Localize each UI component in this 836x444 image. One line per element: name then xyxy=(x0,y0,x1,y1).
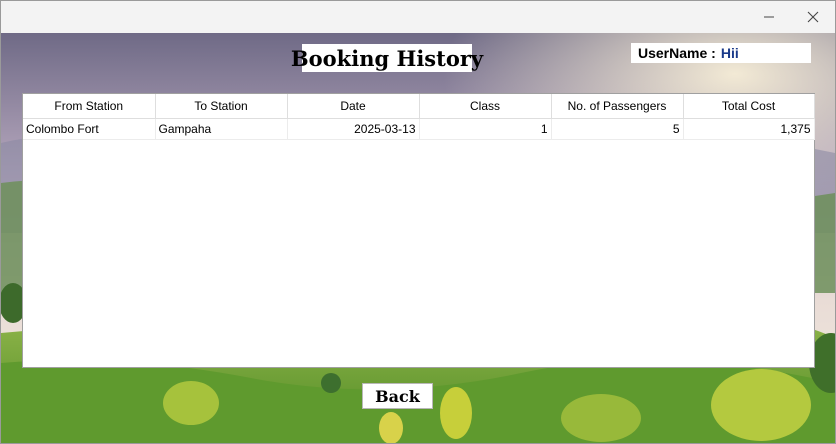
cell-total-cost: 1,375 xyxy=(683,118,815,140)
column-header-from-station[interactable]: From Station xyxy=(23,94,156,119)
title-bar xyxy=(1,1,835,33)
page-title: Booking History xyxy=(290,44,484,72)
username-display: UserName : Hii xyxy=(631,43,811,63)
table-header-row: From Station To Station Date Class No. o… xyxy=(23,94,815,119)
cell-class: 1 xyxy=(419,118,552,140)
minimize-icon xyxy=(764,16,774,18)
username-value: Hii xyxy=(720,45,739,61)
column-header-total-cost[interactable]: Total Cost xyxy=(683,94,815,119)
main-content: Booking History UserName : Hii From Stat… xyxy=(1,33,835,443)
column-header-to-station[interactable]: To Station xyxy=(155,94,288,119)
cell-date: 2025-03-13 xyxy=(287,118,420,140)
booking-history-table: From Station To Station Date Class No. o… xyxy=(22,93,815,368)
username-label: UserName : xyxy=(638,45,716,61)
column-header-class[interactable]: Class xyxy=(419,94,552,119)
cell-passengers: 5 xyxy=(551,118,684,140)
close-icon xyxy=(807,11,819,23)
cell-to-station: Gampaha xyxy=(155,118,288,140)
column-header-date[interactable]: Date xyxy=(287,94,420,119)
cell-from-station: Colombo Fort xyxy=(23,118,156,140)
app-window: Booking History UserName : Hii From Stat… xyxy=(0,0,836,444)
column-header-passengers[interactable]: No. of Passengers xyxy=(551,94,684,119)
table-row[interactable]: Colombo Fort Gampaha 2025-03-13 1 5 1,37… xyxy=(23,118,815,140)
back-button[interactable]: Back xyxy=(362,383,433,409)
booking-table: From Station To Station Date Class No. o… xyxy=(23,94,815,140)
minimize-button[interactable] xyxy=(747,1,791,33)
close-button[interactable] xyxy=(791,1,835,33)
